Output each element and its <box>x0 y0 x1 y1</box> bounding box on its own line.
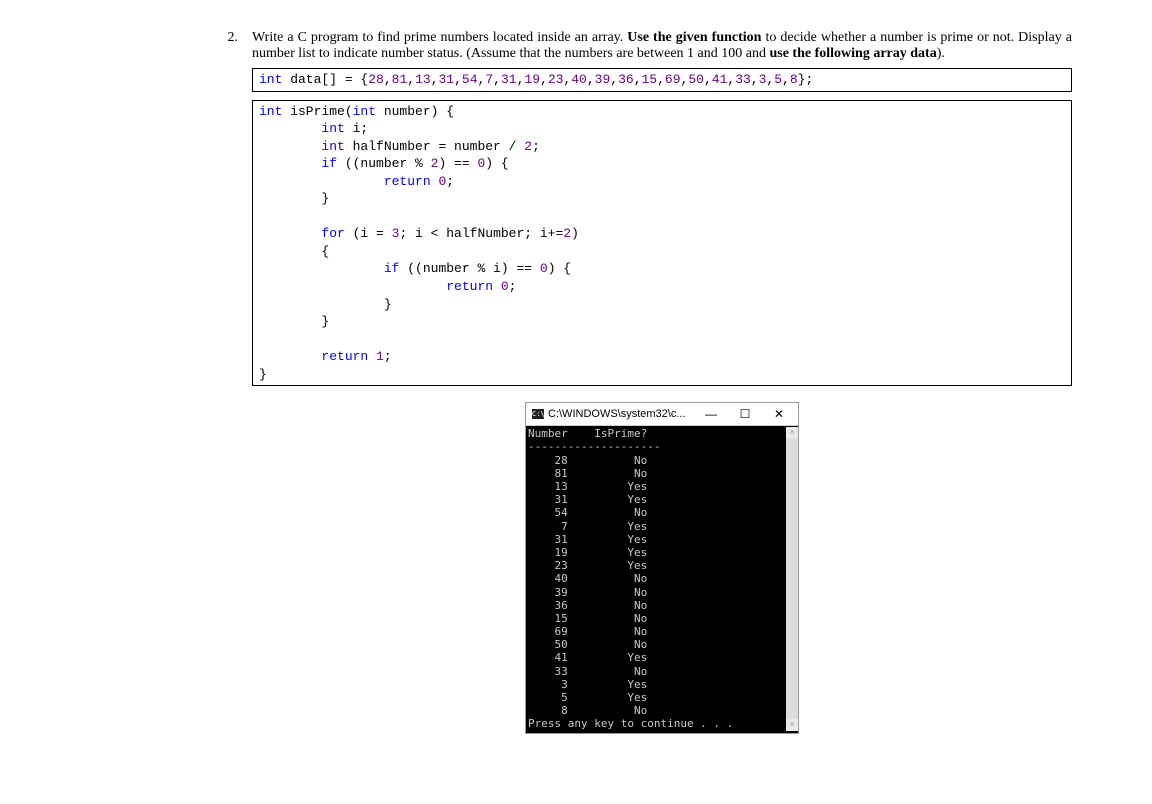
array-data-code: int data[] = {28,81,13,31,54,7,31,19,23,… <box>252 68 1072 92</box>
scroll-up-icon[interactable]: ˄ <box>786 427 798 439</box>
question-text-part1: Write a C program to find prime numbers … <box>252 30 627 45</box>
isprime-function-code: int isPrime(int number) { int i; int hal… <box>252 100 1072 387</box>
close-button[interactable]: ✕ <box>764 407 794 421</box>
console-titlebar: C:\ C:\WINDOWS\system32\c... — ☐ ✕ <box>526 403 798 426</box>
question-text-part3: ). <box>937 46 945 61</box>
question-bold1: Use the given function <box>627 30 761 45</box>
question-body: Write a C program to find prime numbers … <box>252 30 1072 734</box>
console-body: Number IsPrime? -------------------- 28 … <box>526 426 798 732</box>
console-icon: C:\ <box>532 409 544 419</box>
question-bold2: use the following array data <box>769 46 936 61</box>
console-title: C:\WINDOWS\system32\c... <box>548 408 692 420</box>
question-number: 2. <box>220 30 238 734</box>
console-window: C:\ C:\WINDOWS\system32\c... — ☐ ✕ Numbe… <box>525 402 799 733</box>
page-root: 2. Write a C program to find prime numbe… <box>0 0 1152 764</box>
console-output-wrapper: C:\ C:\WINDOWS\system32\c... — ☐ ✕ Numbe… <box>252 402 1072 733</box>
console-text: Number IsPrime? -------------------- 28 … <box>528 427 786 730</box>
question-text: Write a C program to find prime numbers … <box>252 30 1072 62</box>
maximize-button[interactable]: ☐ <box>730 407 760 421</box>
scroll-down-icon[interactable]: ˅ <box>786 719 798 731</box>
console-scrollbar[interactable]: ˄ ˅ <box>786 427 798 730</box>
minimize-button[interactable]: — <box>696 407 726 421</box>
question: 2. Write a C program to find prime numbe… <box>220 30 1072 734</box>
